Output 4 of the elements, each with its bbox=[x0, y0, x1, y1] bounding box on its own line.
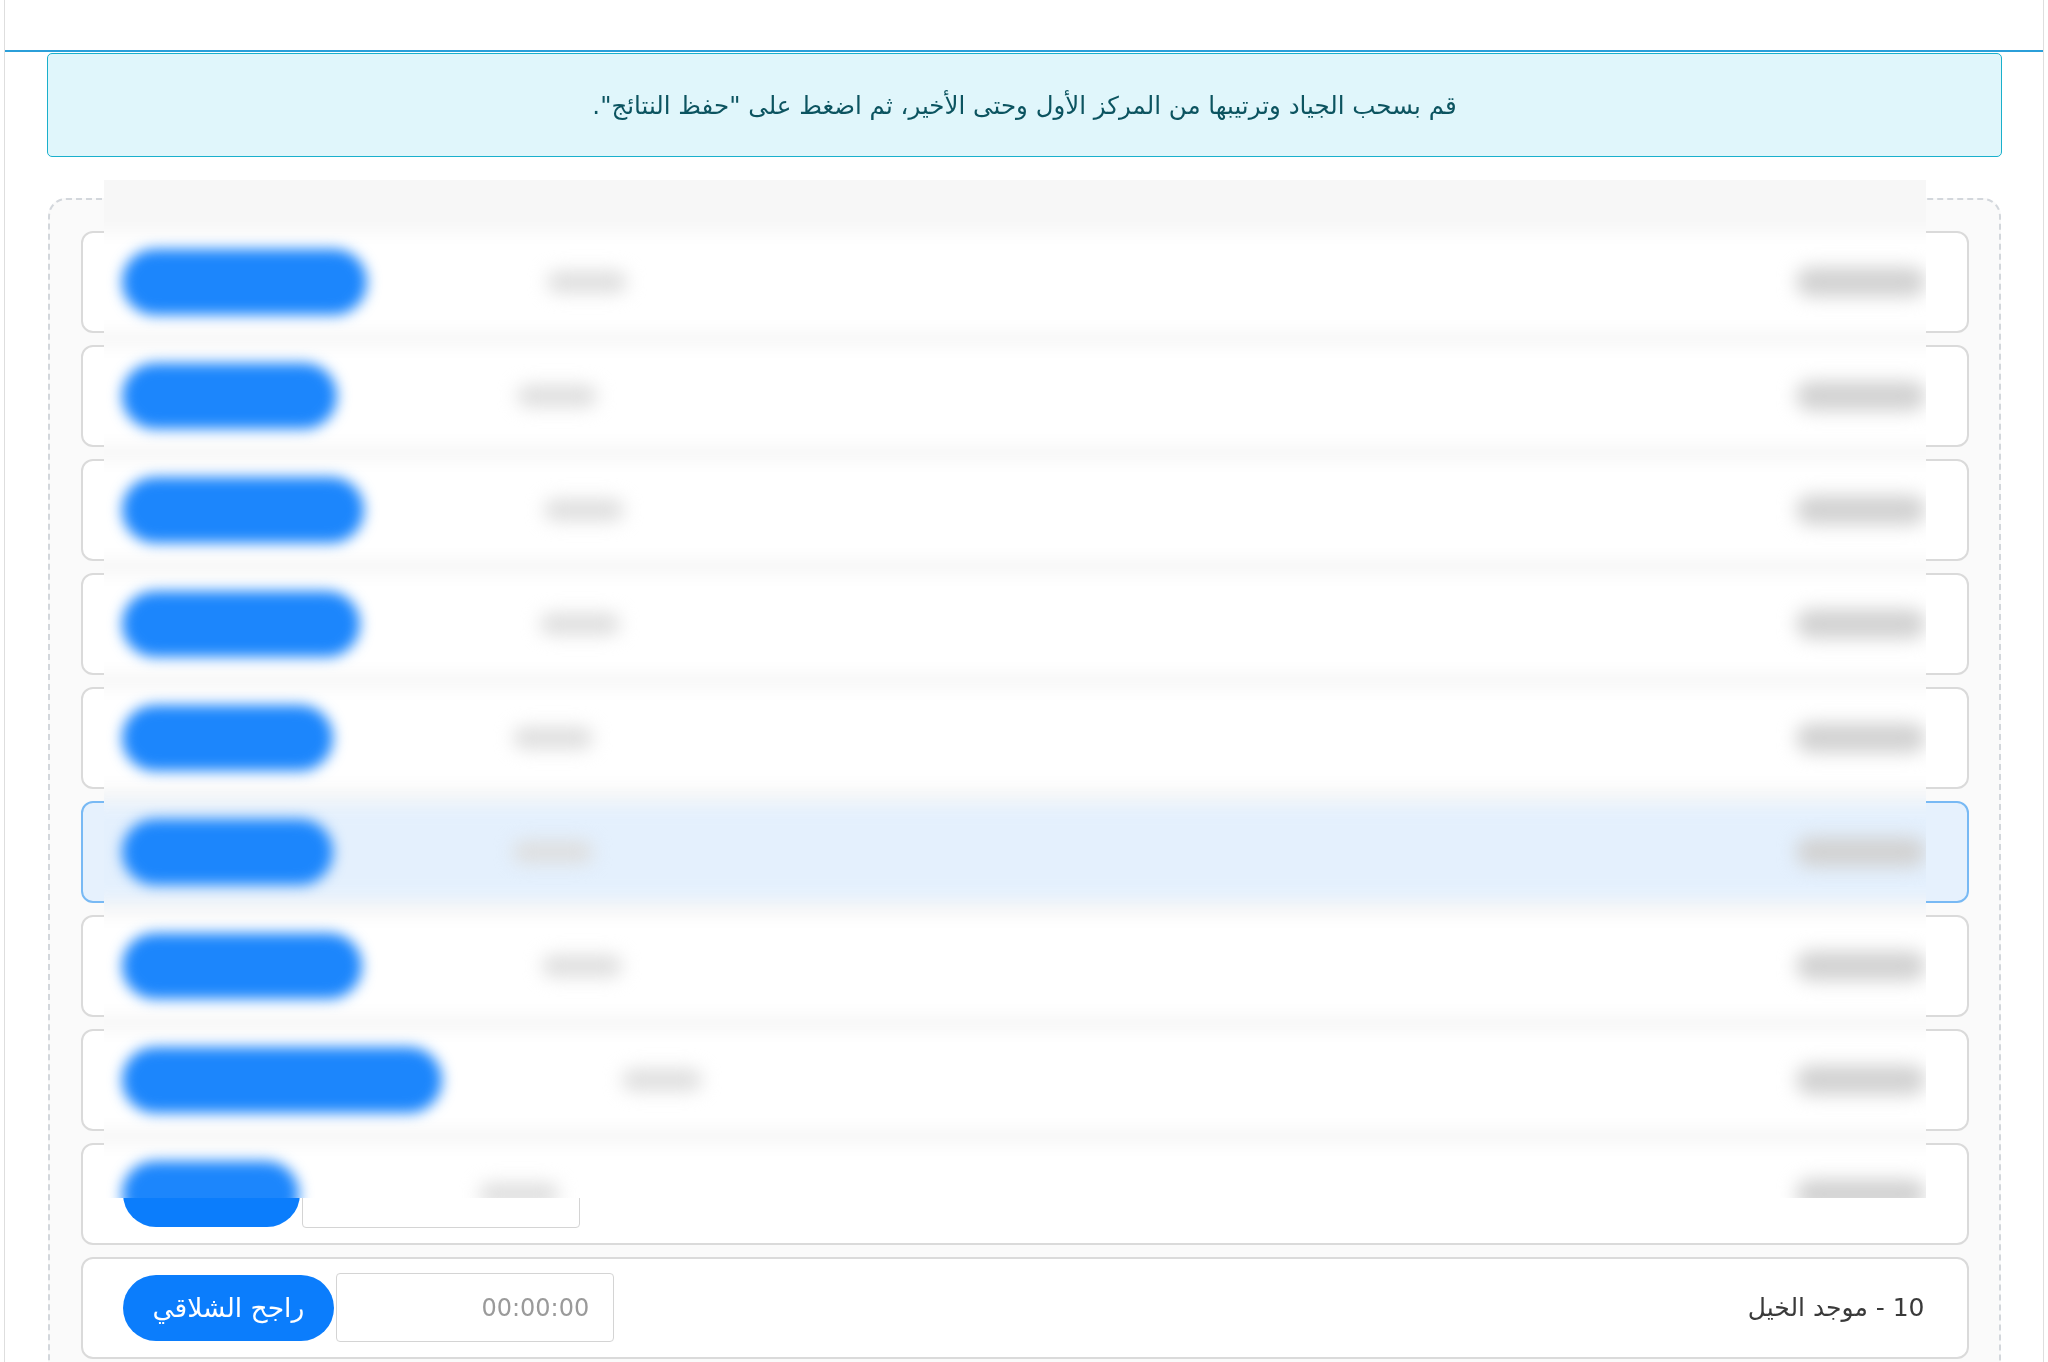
instruction-alert: قم بسحب الجياد وترتيبها من المركز الأول وحتى الأخير، ثم اضغط على "حفظ النتائج". bbox=[47, 53, 2002, 157]
time-field[interactable]: 00:00:00 bbox=[336, 1273, 615, 1342]
name-button[interactable]: راجح الشلاقي bbox=[122, 1274, 335, 1341]
rank-label: 10 - موجد الخيل bbox=[1747, 1293, 1925, 1322]
